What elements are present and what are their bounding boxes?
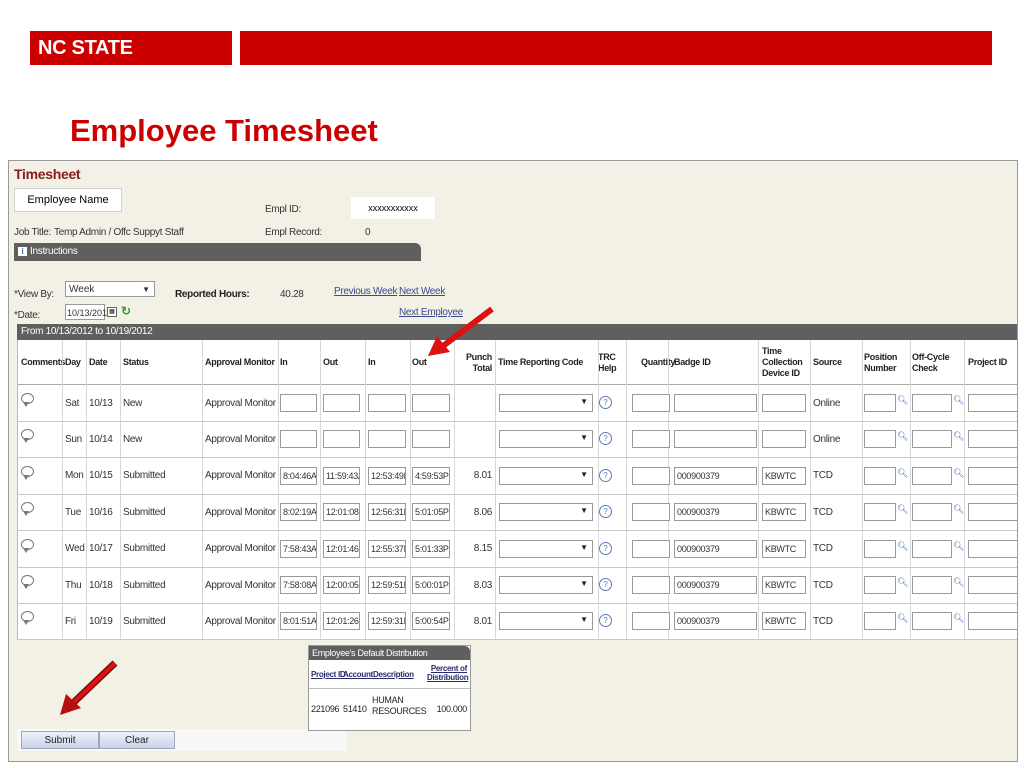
arrow-to-out-column [428, 306, 494, 356]
arrow-to-submit [60, 660, 118, 715]
annotation-arrows [60, 306, 494, 715]
